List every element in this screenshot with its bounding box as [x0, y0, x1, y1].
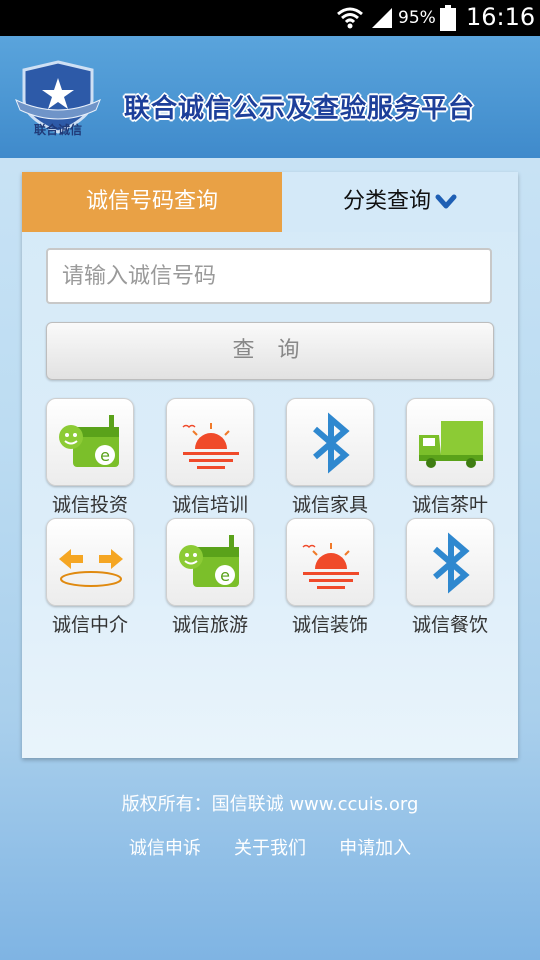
category-item[interactable]: 诚信中介: [34, 518, 144, 636]
category-item[interactable]: 诚信餐饮: [394, 518, 504, 636]
truck-icon: [419, 421, 483, 468]
category-label: 诚信餐饮: [411, 614, 488, 636]
category-tile[interactable]: [406, 518, 494, 606]
category-label: 诚信家具: [291, 494, 368, 516]
category-item[interactable]: 诚信装饰: [274, 518, 384, 636]
tab-category-query[interactable]: 分类查询: [282, 172, 518, 232]
search-button[interactable]: 查 询: [46, 322, 494, 380]
about-us-link[interactable]: 关于我们: [234, 834, 306, 860]
logo-text: 联合诚信: [33, 123, 82, 137]
category-tile[interactable]: [406, 398, 494, 486]
sunset-icon: [182, 423, 239, 469]
category-label: 诚信旅游: [171, 614, 248, 636]
wifi-icon: [337, 7, 363, 29]
category-label: 诚信投资: [51, 494, 128, 516]
category-label: 诚信装饰: [291, 614, 368, 636]
bluetooth-icon: [313, 412, 350, 474]
apply-join-link[interactable]: 申请加入: [339, 834, 411, 860]
query-card: 诚信号码查询 分类查询 查 询 e 诚信投资: [22, 172, 518, 758]
category-tile[interactable]: e: [46, 398, 134, 486]
category-label: 诚信茶叶: [411, 494, 488, 516]
status-bar: 95% 16:16: [0, 0, 540, 36]
category-item[interactable]: 诚信培训: [154, 398, 264, 516]
category-label: 诚信培训: [171, 494, 248, 516]
footer-links: 诚信申诉 关于我们 申请加入: [0, 834, 540, 860]
category-item[interactable]: e 诚信旅游: [154, 518, 264, 636]
svg-text:e: e: [100, 446, 110, 465]
battery-percent: 95%: [398, 8, 436, 28]
shield-logo-icon: [15, 60, 101, 134]
appeal-link[interactable]: 诚信申诉: [129, 834, 201, 860]
copyright-text: 版权所有：国信联诚 www.ccuis.org: [121, 794, 419, 815]
category-tile[interactable]: [286, 398, 374, 486]
svg-text:e: e: [220, 566, 230, 585]
signal-icon: [372, 8, 392, 28]
tab-category-label: 分类查询: [342, 189, 431, 214]
clock: 16:16: [466, 3, 536, 31]
green-shop-e-icon: e: [179, 535, 239, 587]
green-shop-e-icon: e: [59, 415, 119, 467]
category-item[interactable]: 诚信茶叶: [394, 398, 504, 516]
page-title: 联合诚信公示及查验服务平台: [124, 94, 476, 124]
category-item[interactable]: e 诚信投资: [34, 398, 144, 516]
battery-icon: [440, 5, 456, 31]
category-item[interactable]: 诚信家具: [274, 398, 384, 516]
category-label: 诚信中介: [51, 614, 128, 636]
sunset-icon: [302, 543, 359, 589]
exchange-arrows-icon: [59, 549, 123, 587]
app-header: 联合诚信 联合诚信公示及查验服务平台: [0, 36, 540, 158]
bluetooth-icon: [433, 532, 470, 594]
chevron-down-icon: [435, 194, 457, 209]
category-tile[interactable]: e: [166, 518, 254, 606]
tab-number-query[interactable]: 诚信号码查询: [22, 172, 282, 232]
category-tile[interactable]: [46, 518, 134, 606]
category-tile[interactable]: [286, 518, 374, 606]
search-input[interactable]: [46, 248, 492, 304]
category-tile[interactable]: [166, 398, 254, 486]
